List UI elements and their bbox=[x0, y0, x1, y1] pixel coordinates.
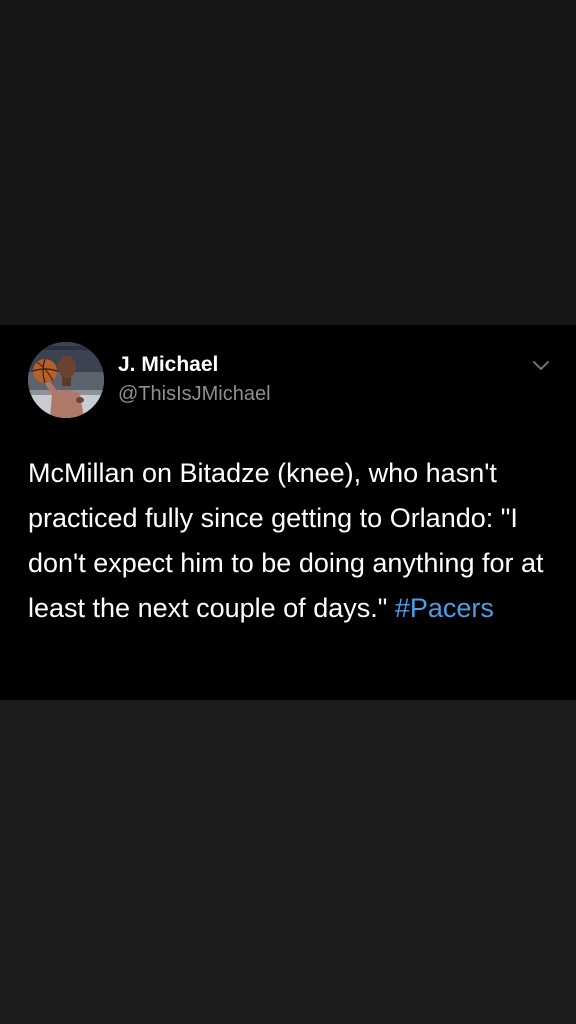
tweet-card[interactable]: J. Michael @ThisIsJMichael McMillan on B… bbox=[0, 325, 576, 700]
avatar-photo bbox=[28, 342, 104, 418]
background-top bbox=[0, 0, 576, 325]
hashtag-link[interactable]: #Pacers bbox=[395, 593, 494, 623]
author-avatar[interactable] bbox=[28, 342, 104, 418]
chevron-down-icon[interactable] bbox=[531, 358, 551, 372]
background-bottom bbox=[0, 700, 576, 1024]
author-handle[interactable]: @ThisIsJMichael bbox=[118, 382, 271, 406]
author-name[interactable]: J. Michael bbox=[118, 353, 218, 377]
tweet-body: McMillan on Bitadze (knee), who hasn't p… bbox=[28, 451, 548, 631]
